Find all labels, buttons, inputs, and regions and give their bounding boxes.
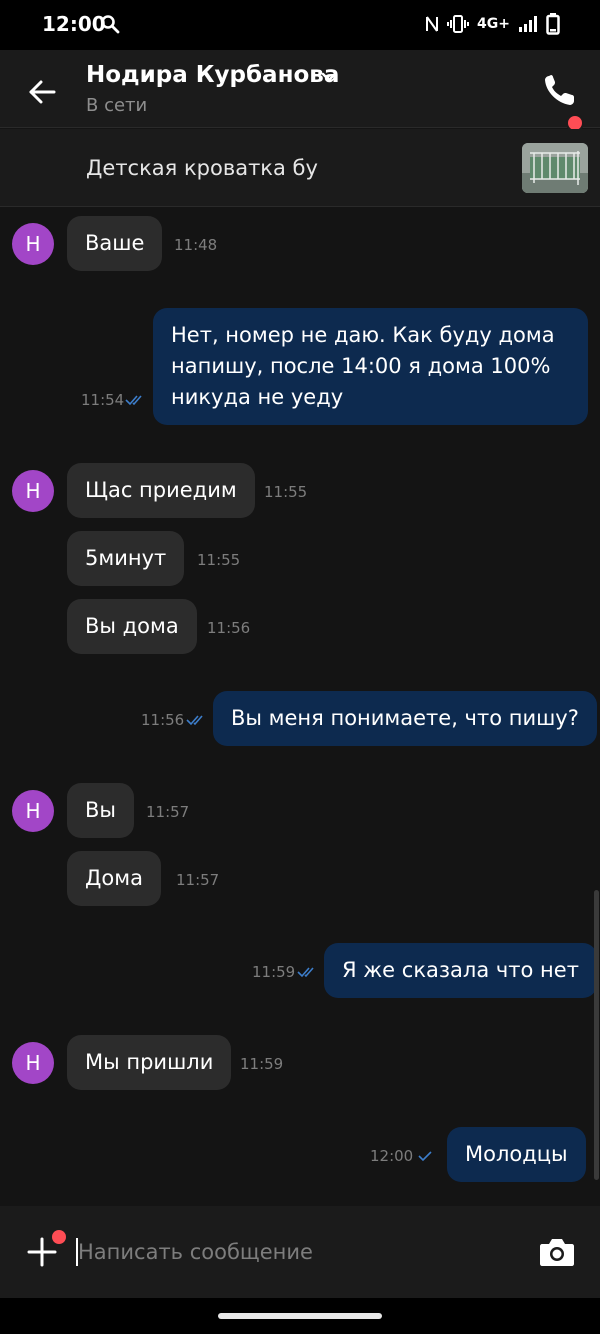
listing-title: Детская кроватка бу — [86, 156, 318, 180]
message-time: 11:57 — [176, 871, 220, 889]
message-time: 11:56 — [207, 619, 251, 637]
message-time: 11:57 — [146, 803, 190, 821]
message-bubble-incoming[interactable]: Мы пришли — [67, 1035, 232, 1090]
message-time: 11:48 — [174, 236, 218, 254]
message-bubble-outgoing[interactable]: Я же сказала что нет — [324, 943, 597, 998]
message-bubble-incoming[interactable]: 5минут — [67, 531, 185, 586]
message-time: 12:00 — [370, 1147, 414, 1165]
call-button[interactable] — [540, 70, 580, 110]
contact-avatar[interactable]: Н — [12, 790, 54, 832]
scrollbar[interactable] — [594, 890, 599, 1180]
listing-bar[interactable]: Детская кроватка бу — [0, 129, 600, 207]
listing-thumbnail[interactable] — [522, 143, 588, 193]
home-indicator[interactable] — [218, 1313, 382, 1319]
chat-screen: 12:00 4G+ Нодира Курбанова В сети Детска… — [0, 0, 600, 1334]
message-bubble-outgoing[interactable]: Молодцы — [447, 1127, 586, 1182]
camera-button[interactable] — [538, 1234, 576, 1270]
message-bubble-incoming[interactable]: Щас приедим — [67, 463, 255, 518]
status-icons: 4G+ — [425, 13, 560, 35]
message-input[interactable] — [78, 1232, 518, 1272]
read-check-icon — [186, 715, 203, 726]
message-bubble-incoming[interactable]: Вы дома — [67, 599, 197, 654]
message-time: 11:55 — [197, 551, 241, 569]
message-bubble-incoming[interactable]: Вы — [67, 783, 134, 838]
back-arrow-icon — [29, 80, 56, 104]
composer-bar — [0, 1206, 600, 1298]
network-type: 4G+ — [477, 16, 510, 32]
search-icon — [101, 15, 120, 34]
message-bubble-outgoing[interactable]: Нет, номер не даю. Как буду дома напишу,… — [153, 308, 588, 425]
system-nav-bar — [0, 1298, 600, 1334]
chat-header: Нодира Курбанова В сети — [0, 50, 600, 132]
camera-icon — [540, 1239, 574, 1266]
message-time: 11:59 — [252, 963, 296, 981]
message-bubble-incoming[interactable]: Ваше — [67, 216, 163, 271]
nfc-icon — [426, 16, 439, 32]
chevron-down-icon[interactable] — [320, 70, 338, 84]
status-bar: 12:00 4G+ — [0, 0, 600, 50]
message-bubble-outgoing[interactable]: Вы меня понимаете, что пишу? — [213, 691, 597, 746]
message-time: 11:56 — [141, 711, 185, 729]
message-time: 11:59 — [240, 1055, 284, 1073]
read-check-icon — [297, 967, 314, 978]
crib-image — [522, 143, 588, 193]
message-time: 11:55 — [264, 483, 308, 501]
signal-icon — [519, 16, 537, 32]
contact-avatar[interactable]: Н — [12, 223, 54, 265]
contact-avatar[interactable]: Н — [12, 470, 54, 512]
message-bubble-incoming[interactable]: Дома — [67, 851, 161, 906]
sent-check-icon — [418, 1151, 432, 1162]
attach-notification-dot — [52, 1230, 66, 1244]
status-time: 12:00 — [42, 12, 106, 36]
read-check-icon — [125, 395, 142, 406]
back-button[interactable] — [22, 72, 62, 112]
contact-avatar[interactable]: Н — [12, 1042, 54, 1084]
battery-icon — [546, 13, 560, 35]
contact-status: В сети — [86, 95, 148, 116]
phone-icon — [545, 75, 574, 105]
vibrate-icon — [447, 15, 470, 33]
message-time: 11:54 — [81, 391, 125, 409]
contact-name[interactable]: Нодира Курбанова — [86, 62, 339, 88]
